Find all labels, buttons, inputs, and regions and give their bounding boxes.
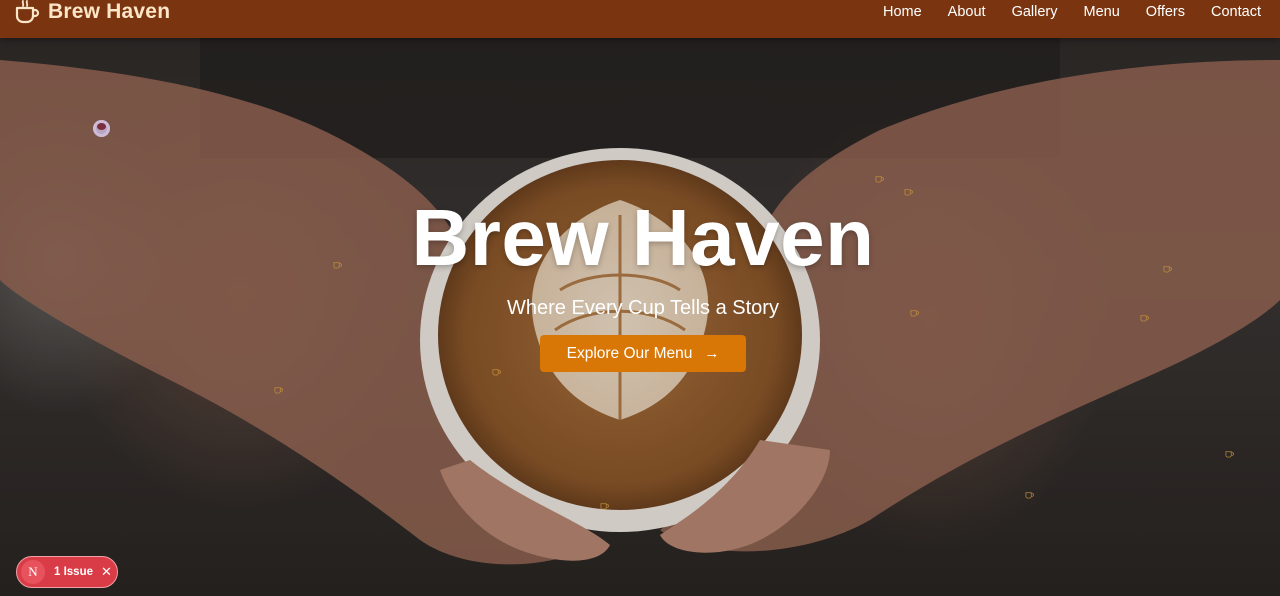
explore-menu-label: Explore Our Menu	[566, 344, 693, 362]
nav-link-menu[interactable]: Menu	[1071, 2, 1133, 22]
hero-subtitle: Where Every Cup Tells a Story	[507, 297, 779, 319]
close-icon[interactable]: ✕	[101, 564, 112, 580]
nav-link-offers[interactable]: Offers	[1133, 2, 1198, 22]
issues-count-label: 1 Issue	[54, 566, 93, 578]
arrow-right-icon: →	[704, 345, 720, 362]
floating-coffee-icon	[274, 387, 283, 394]
floating-coffee-icon	[875, 176, 884, 183]
brand-logo[interactable]: Brew Haven	[14, 0, 170, 28]
issues-badge[interactable]: N 1 Issue ✕	[16, 556, 118, 588]
hero-content: Brew Haven Where Every Cup Tells a Story…	[0, 195, 1280, 372]
brand-name: Brew Haven	[48, 0, 171, 23]
nav-links: Home About Gallery Menu Offers Contact	[870, 2, 1274, 22]
floating-coffee-icon	[600, 503, 609, 510]
nav-link-home[interactable]: Home	[870, 2, 935, 22]
nav-link-about[interactable]: About	[935, 2, 999, 22]
floating-coffee-icon	[1225, 451, 1234, 458]
explore-menu-button[interactable]: Explore Our Menu →	[539, 335, 747, 372]
nav-link-contact[interactable]: Contact	[1198, 2, 1274, 22]
coffee-cup-icon	[15, 0, 40, 24]
floating-coffee-icon	[1025, 492, 1034, 499]
nav-link-gallery[interactable]: Gallery	[999, 2, 1071, 22]
cursor-indicator	[93, 120, 110, 137]
top-navbar: Brew Haven Home About Gallery Menu Offer…	[0, 0, 1280, 38]
hero-title: Brew Haven	[411, 193, 875, 282]
nextjs-logo-icon: N	[21, 560, 45, 584]
